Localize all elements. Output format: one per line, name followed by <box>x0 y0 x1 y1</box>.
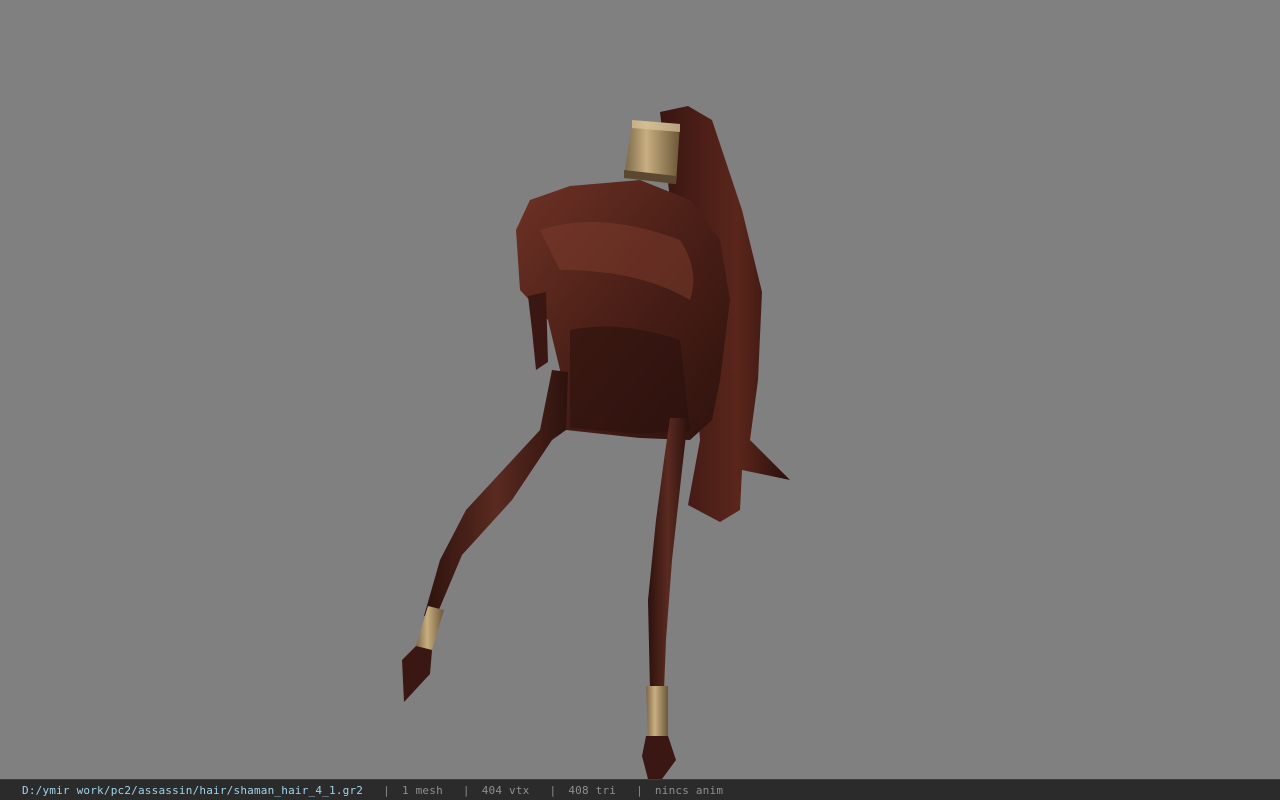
right-braid-tip <box>642 736 676 779</box>
triangle-count-label: 408 tri <box>568 783 617 797</box>
separator: | <box>383 783 390 797</box>
right-braid <box>648 418 688 690</box>
vertex-count-label: 404 vtx <box>481 783 530 797</box>
right-braid-band <box>646 686 668 736</box>
side-strand <box>528 292 548 370</box>
file-path-label: D:/ymir work/pc2/assassin/hair/shaman_ha… <box>22 783 364 797</box>
hair-model-render <box>402 106 790 779</box>
left-braid-tip <box>402 646 432 702</box>
status-bar: D:/ymir work/pc2/assassin/hair/shaman_ha… <box>0 779 1280 800</box>
3d-viewport[interactable] <box>0 0 1280 779</box>
animation-status-label: nincs anim <box>654 783 724 797</box>
separator: | <box>636 783 643 797</box>
mesh-count-label: 1 mesh <box>401 783 443 797</box>
separator: | <box>462 783 470 797</box>
separator: | <box>549 783 557 797</box>
left-braid <box>424 370 568 616</box>
left-braid-band <box>416 606 444 650</box>
